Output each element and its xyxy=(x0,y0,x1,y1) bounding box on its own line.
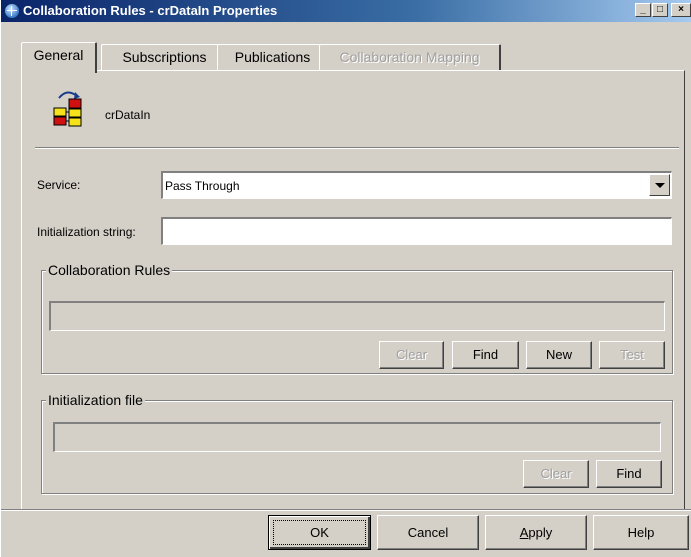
initialization-string-input[interactable] xyxy=(161,217,672,245)
help-button[interactable]: Help xyxy=(593,515,689,550)
collab-rules-find-button[interactable]: Find xyxy=(452,341,519,369)
init-file-clear-button[interactable]: Clear xyxy=(523,460,589,488)
chevron-down-icon[interactable] xyxy=(649,174,670,196)
tab-subscriptions[interactable]: Subscriptions xyxy=(101,44,229,71)
maximize-button[interactable]: □ xyxy=(652,3,668,17)
collaboration-rules-group-label: Collaboration Rules xyxy=(46,262,173,278)
minimize-button[interactable]: _ xyxy=(635,3,651,17)
collaboration-rules-file-field[interactable] xyxy=(49,301,665,331)
title-bar[interactable]: Collaboration Rules - crDataIn Propertie… xyxy=(1,0,691,22)
initialization-file-field[interactable] xyxy=(53,422,661,452)
service-label: Service: xyxy=(37,178,81,192)
initialization-file-group-label: Initialization file xyxy=(46,392,145,408)
service-dropdown[interactable]: Pass Through xyxy=(161,171,672,199)
collab-rules-clear-button[interactable]: Clear xyxy=(379,341,444,369)
collaboration-name: crDataIn xyxy=(105,108,151,122)
tab-publications[interactable]: Publications xyxy=(217,44,329,71)
globe-icon xyxy=(4,3,20,19)
initialization-string-label: Initialization string: xyxy=(37,225,136,239)
collaboration-components-icon xyxy=(53,91,82,127)
init-file-find-button[interactable]: Find xyxy=(596,460,662,488)
collab-rules-test-button[interactable]: Test xyxy=(599,341,665,369)
cancel-button[interactable]: Cancel xyxy=(377,515,479,550)
window-title: Collaboration Rules - crDataIn Propertie… xyxy=(23,3,278,18)
apply-label-rest: pply xyxy=(528,525,553,540)
close-button[interactable]: × xyxy=(671,3,691,17)
tab-general[interactable]: General xyxy=(21,42,97,73)
service-value: Pass Through xyxy=(165,179,240,193)
ok-button[interactable]: OK xyxy=(268,515,371,550)
footer-divider xyxy=(1,509,691,511)
divider xyxy=(35,147,679,149)
tab-collaboration-mapping[interactable]: Collaboration Mapping xyxy=(319,44,501,71)
apply-button[interactable]: Apply xyxy=(485,515,587,550)
ok-button-label: OK xyxy=(310,525,329,540)
properties-window: Collaboration Rules - crDataIn Propertie… xyxy=(0,0,691,557)
collab-rules-new-button[interactable]: New xyxy=(526,341,592,369)
